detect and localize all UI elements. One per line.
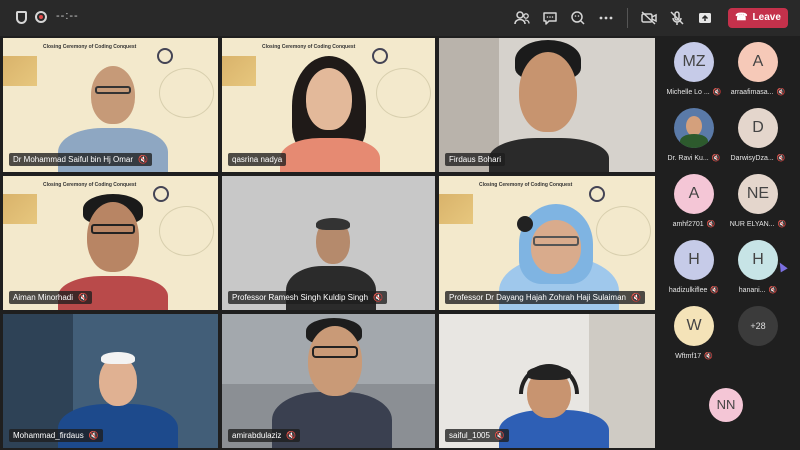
- self-preview[interactable]: NN: [656, 368, 800, 450]
- chat-icon[interactable]: [541, 9, 559, 27]
- participant-name: hadizulkiflee 🔇: [668, 287, 720, 294]
- video-tile[interactable]: Closing Ceremony of Coding Conquest Aima…: [3, 176, 218, 310]
- poster-title: Closing Ceremony of Coding Conquest: [262, 44, 356, 50]
- participant-avatar[interactable]: W: [674, 306, 714, 346]
- mic-off-icon: 🔇: [494, 431, 505, 440]
- people-icon[interactable]: [513, 9, 531, 27]
- mic-off-icon: 🔇: [710, 287, 720, 294]
- video-tile[interactable]: Closing Ceremony of Coding Conquest Prof…: [439, 176, 655, 310]
- mic-off-icon: 🔇: [88, 431, 99, 440]
- mic-off-icon[interactable]: [668, 9, 686, 27]
- mic-off-icon: 🔇: [704, 353, 713, 360]
- video-tile[interactable]: Closing Ceremony of Coding Conquest Dr M…: [3, 38, 218, 172]
- participant-name: saiful_1005 🔇: [445, 429, 509, 442]
- leave-label: Leave: [752, 12, 781, 23]
- participant-avatar[interactable]: H: [738, 240, 778, 280]
- mic-off-icon: 🔇: [712, 89, 722, 96]
- participant-name: Michelle Lo ... 🔇: [666, 89, 722, 96]
- mic-off-icon: 🔇: [776, 89, 786, 96]
- video-tile[interactable]: Mohammad_firdaus 🔇: [3, 314, 218, 448]
- participant-name: Mohammad_firdaus 🔇: [9, 429, 103, 442]
- participant-avatar[interactable]: NE: [738, 174, 778, 214]
- mic-off-icon: 🔇: [776, 155, 786, 162]
- participant-name: NUR ELYAN... 🔇: [729, 221, 787, 228]
- mic-off-icon: 🔇: [286, 431, 297, 440]
- participant-name: DarwisyDza... 🔇: [730, 155, 786, 162]
- participant-avatar[interactable]: MZ: [674, 42, 714, 82]
- mic-off-icon: 🔇: [777, 221, 787, 228]
- record-icon: [35, 11, 47, 23]
- participant-name: Firdaus Bohari: [445, 153, 506, 166]
- participant-name: Dr. Ravi Ku... 🔇: [667, 155, 721, 162]
- video-tile[interactable]: Professor Ramesh Singh Kuldip Singh 🔇: [222, 176, 435, 310]
- participant-name: amirabdulaziz 🔇: [228, 429, 301, 442]
- mic-off-icon: 🔇: [630, 293, 641, 302]
- participant-name: Professor Ramesh Singh Kuldip Singh 🔇: [228, 291, 388, 304]
- video-tile[interactable]: Closing Ceremony of Coding Conquest qasr…: [222, 38, 435, 172]
- video-tile[interactable]: Firdaus Bohari: [439, 38, 655, 172]
- reactions-icon[interactable]: [569, 9, 587, 27]
- mic-off-icon: 🔇: [768, 287, 778, 294]
- participant-name: qasrina nadya: [228, 153, 287, 166]
- leave-button[interactable]: ☎ Leave: [728, 8, 788, 28]
- mic-off-icon: 🔇: [706, 221, 716, 228]
- participant-avatar[interactable]: A: [674, 174, 714, 214]
- phone-icon: ☎: [735, 12, 748, 23]
- participant-avatar[interactable]: H: [674, 240, 714, 280]
- meeting-timer: --:--: [56, 10, 79, 22]
- participant-avatar[interactable]: D: [738, 108, 778, 148]
- more-participants-button[interactable]: +28: [738, 306, 778, 346]
- more-icon[interactable]: [597, 9, 615, 27]
- participant-name: Aiman Minorhadi 🔇: [9, 291, 92, 304]
- participant-avatar[interactable]: [674, 108, 714, 148]
- participant-name: Professor Dr Dayang Hajah Zohrah Haji Su…: [445, 291, 645, 304]
- mic-off-icon: 🔇: [78, 293, 88, 302]
- participant-name: Wftmf17 🔇: [675, 353, 713, 360]
- participant-name: arraafimasa... 🔇: [730, 89, 786, 96]
- mic-off-icon: 🔇: [711, 155, 721, 162]
- participant-avatar[interactable]: A: [738, 42, 778, 82]
- self-avatar: NN: [709, 388, 743, 422]
- participant-name: amhf2701 🔇: [672, 221, 716, 228]
- poster-title: Closing Ceremony of Coding Conquest: [479, 182, 573, 188]
- participant-name: hanani... 🔇: [738, 287, 778, 294]
- share-icon[interactable]: [696, 9, 714, 27]
- shield-icon: [16, 11, 27, 24]
- mic-off-icon: 🔇: [373, 293, 384, 302]
- toolbar-divider: [627, 8, 628, 28]
- mic-off-icon: 🔇: [138, 155, 149, 164]
- video-tile[interactable]: amirabdulaziz 🔇: [222, 314, 435, 448]
- video-tile[interactable]: saiful_1005 🔇: [439, 314, 655, 448]
- poster-title: Closing Ceremony of Coding Conquest: [43, 182, 137, 188]
- poster-title: Closing Ceremony of Coding Conquest: [43, 44, 137, 50]
- participant-name: Dr Mohammad Saiful bin Hj Omar 🔇: [9, 153, 153, 166]
- camera-off-icon[interactable]: [640, 9, 658, 27]
- meeting-toolbar: --:-- ☎ Leave: [0, 0, 800, 36]
